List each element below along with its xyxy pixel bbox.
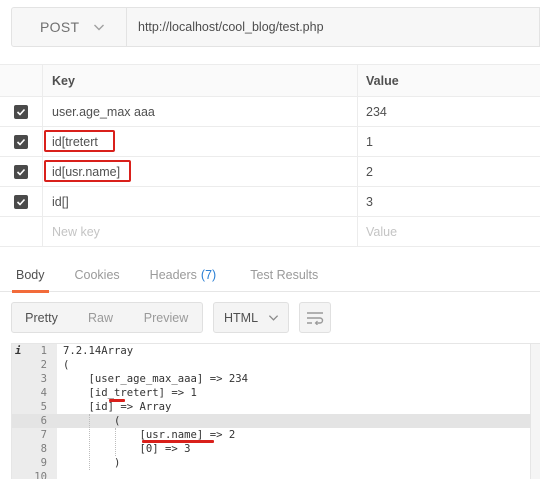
line-number: 1 <box>40 345 47 357</box>
new-param-row: New key Value <box>0 217 540 247</box>
param-key[interactable]: user.age_max aaa <box>42 97 358 126</box>
chevron-down-icon <box>94 24 105 31</box>
highlight-box <box>44 130 115 152</box>
param-checkbox[interactable] <box>14 104 28 119</box>
line-number: 3 <box>40 373 47 385</box>
code-text: [0] => 3 <box>63 443 191 455</box>
code-line: 4 [id_tretert] => 1 <box>12 386 531 400</box>
params-header-row: Key Value <box>0 64 540 97</box>
line-number: 8 <box>40 443 47 455</box>
tab-body[interactable]: Body <box>12 258 48 293</box>
tab-test-results[interactable]: Test Results <box>250 258 318 292</box>
line-number: 7 <box>40 429 47 441</box>
code-text: ( <box>63 359 70 371</box>
line-number: 2 <box>40 359 47 371</box>
annotation-underline <box>109 399 125 402</box>
code-line: 10 <box>12 470 531 479</box>
param-row: id[tretert 1 <box>0 127 540 157</box>
code-text: ) <box>63 457 121 469</box>
param-value[interactable]: 1 <box>358 127 540 156</box>
param-row: id[] 3 <box>0 187 540 217</box>
code-text: [user_age_max_aaa] => 234 <box>63 373 248 385</box>
wrap-lines-button[interactable] <box>299 302 331 333</box>
param-value[interactable]: 3 <box>358 187 540 216</box>
code-text: [id] => Array <box>63 401 172 413</box>
highlight-box <box>44 160 131 182</box>
annotation-underline <box>142 440 214 443</box>
check-icon <box>16 168 26 176</box>
line-number: 6 <box>40 415 47 427</box>
new-key-input[interactable]: New key <box>42 217 358 246</box>
line-number: 10 <box>34 471 47 479</box>
param-checkbox[interactable] <box>14 194 28 209</box>
pretty-button[interactable]: Pretty <box>12 303 71 332</box>
key-column-header: Key <box>42 65 358 96</box>
method-select[interactable]: POST <box>11 7 127 47</box>
check-icon <box>16 138 26 146</box>
request-bar: POST http://localhost/cool_blog/test.php <box>11 7 540 47</box>
response-tabs: Body Cookies Headers (7) Test Results <box>0 258 540 293</box>
code-line: 3 [user_age_max_aaa] => 234 <box>12 372 531 386</box>
url-input[interactable]: http://localhost/cool_blog/test.php <box>127 7 540 47</box>
value-column-header: Value <box>366 73 399 88</box>
tab-cookies[interactable]: Cookies <box>75 258 120 292</box>
param-key[interactable]: id[] <box>42 187 358 216</box>
scrollbar[interactable] <box>530 344 540 479</box>
line-number: 5 <box>40 401 47 413</box>
view-mode-group: Pretty Raw Preview <box>11 302 203 333</box>
response-body-viewer[interactable]: i 1 7.2.14Array 2 ( 3 [user_age_max_aaa]… <box>11 343 540 479</box>
param-checkbox[interactable] <box>14 164 28 179</box>
param-value[interactable]: 2 <box>358 157 540 186</box>
line-number: 4 <box>40 387 47 399</box>
indent-guide <box>89 414 90 470</box>
code-text: [id_tretert] => 1 <box>63 387 197 399</box>
tab-headers[interactable]: Headers (7) <box>150 258 217 292</box>
url-text: http://localhost/cool_blog/test.php <box>138 20 324 34</box>
line-number: 9 <box>40 457 47 469</box>
headers-count: (7) <box>200 268 217 282</box>
param-value[interactable]: 234 <box>358 97 540 126</box>
method-label: POST <box>40 19 80 35</box>
params-table: Key Value user.age_max aaa 234 id[treter… <box>0 64 540 247</box>
param-row: id[usr.name] 2 <box>0 157 540 187</box>
response-toolbar: Pretty Raw Preview HTML <box>11 302 331 333</box>
new-value-input[interactable]: Value <box>358 217 540 246</box>
wrap-icon <box>307 311 324 325</box>
param-row: user.age_max aaa 234 <box>0 97 540 127</box>
code-line: i 1 7.2.14Array <box>12 344 531 358</box>
raw-button[interactable]: Raw <box>71 303 130 332</box>
format-select[interactable]: HTML <box>213 302 289 333</box>
format-label: HTML <box>224 310 259 325</box>
code-line: 5 [id] => Array <box>12 400 531 414</box>
code-text: ( <box>63 415 121 427</box>
check-icon <box>16 198 26 206</box>
chevron-down-icon <box>268 315 279 321</box>
check-icon <box>16 108 26 116</box>
indent-guide <box>115 428 116 456</box>
param-checkbox[interactable] <box>14 134 28 149</box>
preview-button[interactable]: Preview <box>130 303 202 332</box>
code-line: 2 ( <box>12 358 531 372</box>
code-text: 7.2.14Array <box>63 345 134 357</box>
